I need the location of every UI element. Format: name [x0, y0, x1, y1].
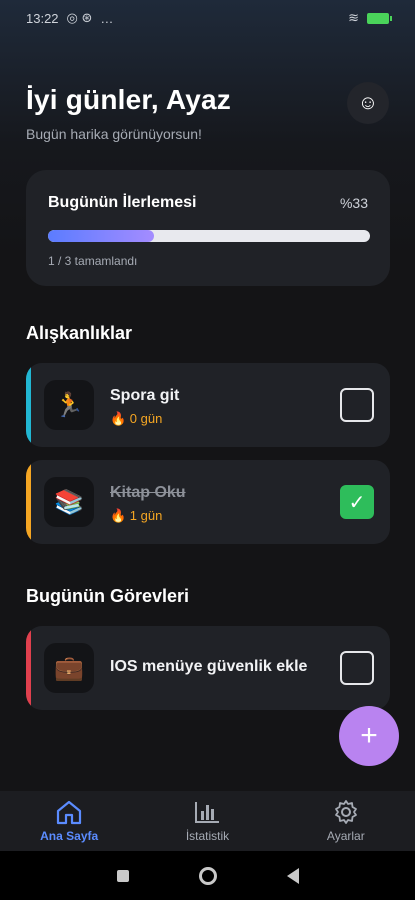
progress-track	[48, 230, 370, 242]
greeting-subtitle: Bugün harika görünüyorsun!	[26, 126, 202, 142]
recents-button[interactable]	[116, 869, 129, 882]
nav-stats[interactable]: İstatistik	[147, 799, 267, 843]
habit-accent	[26, 363, 31, 447]
progress-title: Bugünün İlerlemesi	[48, 194, 197, 211]
habit-checkbox[interactable]	[340, 388, 374, 422]
books-icon: 📚	[44, 477, 94, 527]
nav-settings-label: Ayarlar	[326, 829, 365, 843]
habits-section-title: Alışkanlıklar	[26, 323, 133, 343]
home-button[interactable]	[198, 866, 217, 885]
greeting-title: İyi günler, Ayaz	[26, 84, 231, 115]
battery-icon	[367, 12, 392, 24]
back-button[interactable]	[286, 867, 299, 884]
check-icon: ✓	[348, 491, 366, 514]
tasks-section-title: Bugünün Görevleri	[26, 586, 190, 606]
habit-accent	[26, 460, 31, 544]
nav-home[interactable]: Ana Sayfa	[9, 799, 129, 843]
nav-stats-label: İstatistik	[185, 829, 230, 843]
habit-card-kitap[interactable]: 📚 Kitap Oku 🔥 1 gün ✓	[26, 460, 390, 544]
briefcase-icon: 💼	[44, 643, 94, 693]
progress-percent: %33	[339, 195, 368, 211]
habit-checkbox-checked[interactable]: ✓	[340, 485, 374, 519]
habit-title: Kitap Oku	[110, 484, 186, 501]
wifi-icon: ≋	[348, 10, 359, 25]
habit-streak: 🔥 1 gün	[110, 508, 163, 523]
habit-title: Spora git	[110, 387, 180, 404]
system-nav-bar	[0, 851, 415, 900]
task-checkbox[interactable]	[340, 651, 374, 685]
status-time: 13:22	[26, 10, 59, 26]
task-accent	[26, 626, 31, 710]
plus-icon: +	[360, 719, 378, 752]
progress-subtitle: 1 / 3 tamamlandı	[48, 254, 138, 268]
progress-fill	[48, 230, 155, 242]
running-icon: 🏃	[44, 380, 94, 430]
home-icon	[54, 799, 84, 825]
mood-button[interactable]: ☺	[347, 82, 389, 124]
nav-home-label: Ana Sayfa	[40, 829, 99, 843]
status-bar: 13:22 ◎ ⊛ … ≋	[0, 0, 415, 36]
bar-chart-icon	[192, 799, 222, 825]
habit-card-spora[interactable]: 🏃 Spora git 🔥 0 gün	[26, 363, 390, 447]
gear-icon	[331, 799, 361, 825]
smile-icon: ☺	[357, 91, 379, 114]
add-button[interactable]: +	[339, 706, 399, 766]
habit-streak: 🔥 0 gün	[110, 411, 163, 426]
status-more: …	[100, 10, 114, 26]
progress-card: Bugünün İlerlemesi %33 1 / 3 tamamlandı	[26, 170, 390, 286]
task-card[interactable]: 💼 IOS menüye güvenlik ekle	[26, 626, 390, 710]
notification-icons: ◎ ⊛	[66, 10, 93, 25]
nav-settings[interactable]: Ayarlar	[286, 799, 406, 843]
bottom-nav: Ana Sayfa İstatistik Ayarlar	[0, 791, 415, 851]
greeting-block: İyi günler, Ayaz Bugün harika görünüyors…	[26, 84, 231, 142]
task-title: IOS menüye güvenlik ekle	[110, 658, 308, 675]
